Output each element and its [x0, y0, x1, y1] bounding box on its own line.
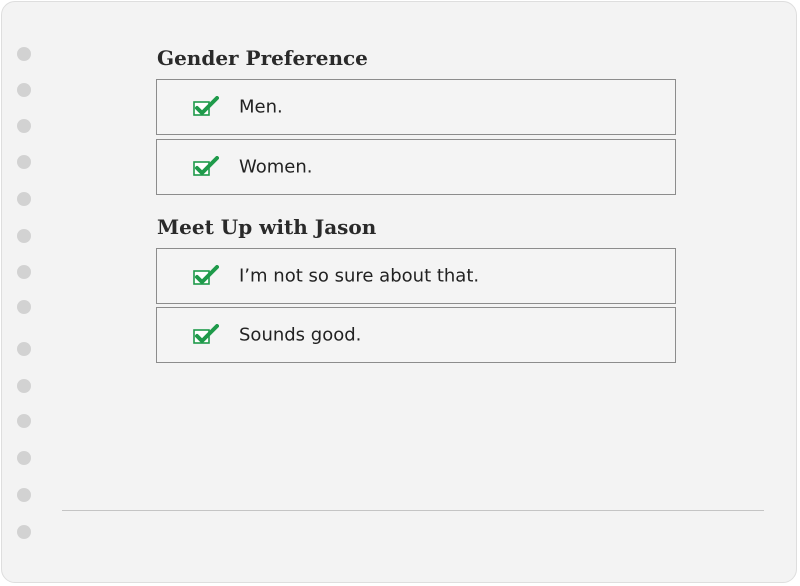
- option-women[interactable]: Women.: [156, 139, 676, 195]
- option-sounds-good[interactable]: Sounds good.: [156, 307, 676, 363]
- notebook-page: Gender Preference Men. Women. Meet Up wi…: [1, 1, 797, 583]
- option-not-so-sure[interactable]: I’m not so sure about that.: [156, 248, 676, 304]
- section-title-meet-up: Meet Up with Jason: [157, 215, 377, 239]
- section-title-gender-preference: Gender Preference: [157, 46, 368, 70]
- binder-hole-icon: [17, 229, 31, 243]
- binder-hole-icon: [17, 155, 31, 169]
- binder-hole-icon: [17, 379, 31, 393]
- option-label: Women.: [239, 156, 313, 178]
- option-label: Sounds good.: [239, 324, 362, 346]
- binder-hole-icon: [17, 300, 31, 314]
- divider: [62, 510, 764, 511]
- checkbox-checked-icon[interactable]: [193, 265, 219, 287]
- checkbox-checked-icon[interactable]: [193, 156, 219, 178]
- binder-hole-icon: [17, 488, 31, 502]
- binder-hole-icon: [17, 451, 31, 465]
- option-label: I’m not so sure about that.: [239, 265, 480, 287]
- option-men[interactable]: Men.: [156, 79, 676, 135]
- binder-hole-icon: [17, 47, 31, 61]
- binder-hole-icon: [17, 83, 31, 97]
- binder-hole-icon: [17, 525, 31, 539]
- binder-hole-icon: [17, 192, 31, 206]
- checkbox-checked-icon[interactable]: [193, 324, 219, 346]
- binder-hole-icon: [17, 342, 31, 356]
- binder-hole-icon: [17, 414, 31, 428]
- option-label: Men.: [239, 96, 283, 118]
- checkbox-checked-icon[interactable]: [193, 96, 219, 118]
- binder-hole-icon: [17, 119, 31, 133]
- binder-hole-icon: [17, 265, 31, 279]
